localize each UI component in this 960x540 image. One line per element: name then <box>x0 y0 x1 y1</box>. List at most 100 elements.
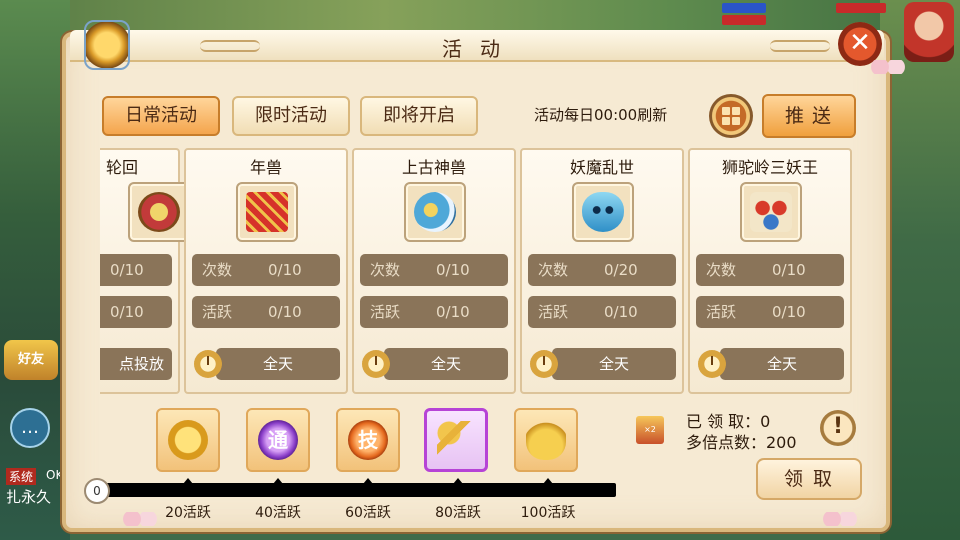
claim-button[interactable]: 领取 <box>756 458 862 500</box>
active-value: 0/10 <box>604 303 638 321</box>
reward-100[interactable] <box>514 408 578 472</box>
chat-icon[interactable]: … <box>10 408 50 448</box>
clock-icon <box>698 350 726 378</box>
blossom-ornament <box>868 60 908 74</box>
active-row: 活跃 0/10 <box>528 296 676 328</box>
hud-health-bar <box>722 15 766 25</box>
milestone-marker <box>183 478 193 484</box>
count-row: 次数 0/10 <box>100 254 172 286</box>
tab-daily[interactable]: 日常活动 <box>102 96 220 136</box>
milestone-marker <box>543 478 553 484</box>
tower-icon <box>128 182 190 242</box>
grid-cell <box>732 107 740 115</box>
blossom-ornament <box>120 512 160 526</box>
panel-title: 活动 <box>442 37 518 61</box>
time-row: 全天 <box>362 348 510 380</box>
clock-icon <box>194 350 222 378</box>
active-value: 0/10 <box>268 303 302 321</box>
multiplier-points: 多倍点数：200 <box>686 433 797 452</box>
hud-mana-bar <box>722 3 766 13</box>
milestone-marker <box>363 478 373 484</box>
activity-name: 妖魔乱世 <box>569 158 634 177</box>
refresh-notice: 活动每日00:00刷新 <box>534 106 668 124</box>
milestone-label: 40活跃 <box>255 505 301 521</box>
push-button[interactable]: 推送 <box>762 94 856 138</box>
count-value: 0/10 <box>436 261 470 279</box>
activity-name: 狮驼岭三妖王 <box>721 158 818 177</box>
progress-value: 0 <box>84 478 110 504</box>
hud-target-bar <box>836 3 886 13</box>
side-chat-text: 扎永久 <box>6 488 52 506</box>
milestone-label: 80活跃 <box>435 505 481 521</box>
game-scene-top <box>0 0 960 30</box>
skill-orb-icon: 技 <box>348 420 388 460</box>
activity-card-yaomo-luanshi[interactable]: 妖魔乱世 次数 0/20 活跃 0/10 全天 <box>520 148 684 394</box>
milestone-label: 60活跃 <box>345 505 391 521</box>
reward-40[interactable]: 通 <box>246 408 310 472</box>
active-label: 活跃 <box>370 303 401 321</box>
activity-name: 轮回 <box>105 158 138 177</box>
clock-icon <box>530 350 558 378</box>
active-row: 活跃 0/10 <box>696 296 844 328</box>
activity-card-nianshou[interactable]: 年兽 次数 0/10 活跃 0/10 全天 <box>184 148 348 394</box>
reward-60[interactable]: 技 <box>336 408 400 472</box>
active-label: 活跃 <box>202 303 233 321</box>
count-value: 0/20 <box>604 261 638 279</box>
multiplier-icon: ×2 <box>636 416 664 444</box>
count-row: 次数 0/20 <box>528 254 676 286</box>
count-value: 0/10 <box>772 261 806 279</box>
activity-card-lunhui[interactable]: 轮回 次数 0/10 活跃 0/10 点投放 <box>100 148 190 394</box>
info-button[interactable]: ! <box>820 410 856 446</box>
system-tag: 系统 <box>6 468 37 485</box>
gold-coin-icon <box>168 420 208 460</box>
active-row: 活跃 0/10 <box>360 296 508 328</box>
activity-list[interactable]: 轮回 次数 0/10 活跃 0/10 点投放 年兽 次数 0/10 活跃 0/1… <box>100 148 862 398</box>
time-row: 全天 <box>194 348 342 380</box>
reward-20[interactable] <box>156 408 220 472</box>
milestone-marker <box>453 478 463 484</box>
blossom-ornament <box>820 512 860 526</box>
time-value: 全天 <box>384 348 508 380</box>
time-value: 全天 <box>216 348 340 380</box>
active-value: 0/10 <box>110 303 144 321</box>
count-row: 次数 0/10 <box>192 254 340 286</box>
count-value: 0/10 <box>268 261 302 279</box>
active-value: 0/10 <box>772 303 806 321</box>
activity-name: 年兽 <box>249 158 282 177</box>
grid-cell <box>722 117 730 125</box>
reward-80[interactable] <box>424 408 488 472</box>
active-label: 活跃 <box>538 303 569 321</box>
activity-card-shangu-shenshou[interactable]: 上古神兽 次数 0/10 活跃 0/10 全天 <box>352 148 516 394</box>
scroll-emblem-icon <box>84 20 130 70</box>
tab-limited[interactable]: 限时活动 <box>232 96 350 136</box>
cloud-ornament-right <box>770 40 830 52</box>
milestone-label: 100活跃 <box>520 505 576 521</box>
cloud-ornament-left <box>200 40 260 52</box>
time-value: 全天 <box>552 348 676 380</box>
count-label: 次数 <box>202 261 233 279</box>
active-label: 活跃 <box>706 303 737 321</box>
time-row: 点投放 <box>100 348 174 380</box>
grid-menu-button[interactable] <box>709 94 753 138</box>
firecracker-icon <box>236 182 298 242</box>
active-row: 活跃 0/10 <box>100 296 172 328</box>
ok-text: OK <box>46 468 64 482</box>
grid-cell <box>732 117 740 125</box>
game-scene-right <box>880 0 960 540</box>
friend-button[interactable]: 好友 <box>4 340 58 380</box>
activity-card-shituoling[interactable]: 狮驼岭三妖王 次数 0/10 活跃 0/10 全天 <box>688 148 852 394</box>
count-label: 次数 <box>538 261 569 279</box>
milestone-label: 20活跃 <box>165 505 211 521</box>
activity-name: 上古神兽 <box>401 158 466 177</box>
count-row: 次数 0/10 <box>696 254 844 286</box>
treasure-bag-icon <box>526 420 566 460</box>
mask-icon <box>572 182 634 242</box>
activity-progress-bar <box>106 483 616 497</box>
milestone-marker <box>273 478 283 484</box>
gold-key-icon <box>437 421 477 461</box>
tab-upcoming[interactable]: 即将开启 <box>360 96 478 136</box>
demon-kings-icon <box>740 182 802 242</box>
player-avatar[interactable] <box>904 2 954 62</box>
count-value: 0/10 <box>110 261 144 279</box>
count-label: 次数 <box>370 261 401 279</box>
